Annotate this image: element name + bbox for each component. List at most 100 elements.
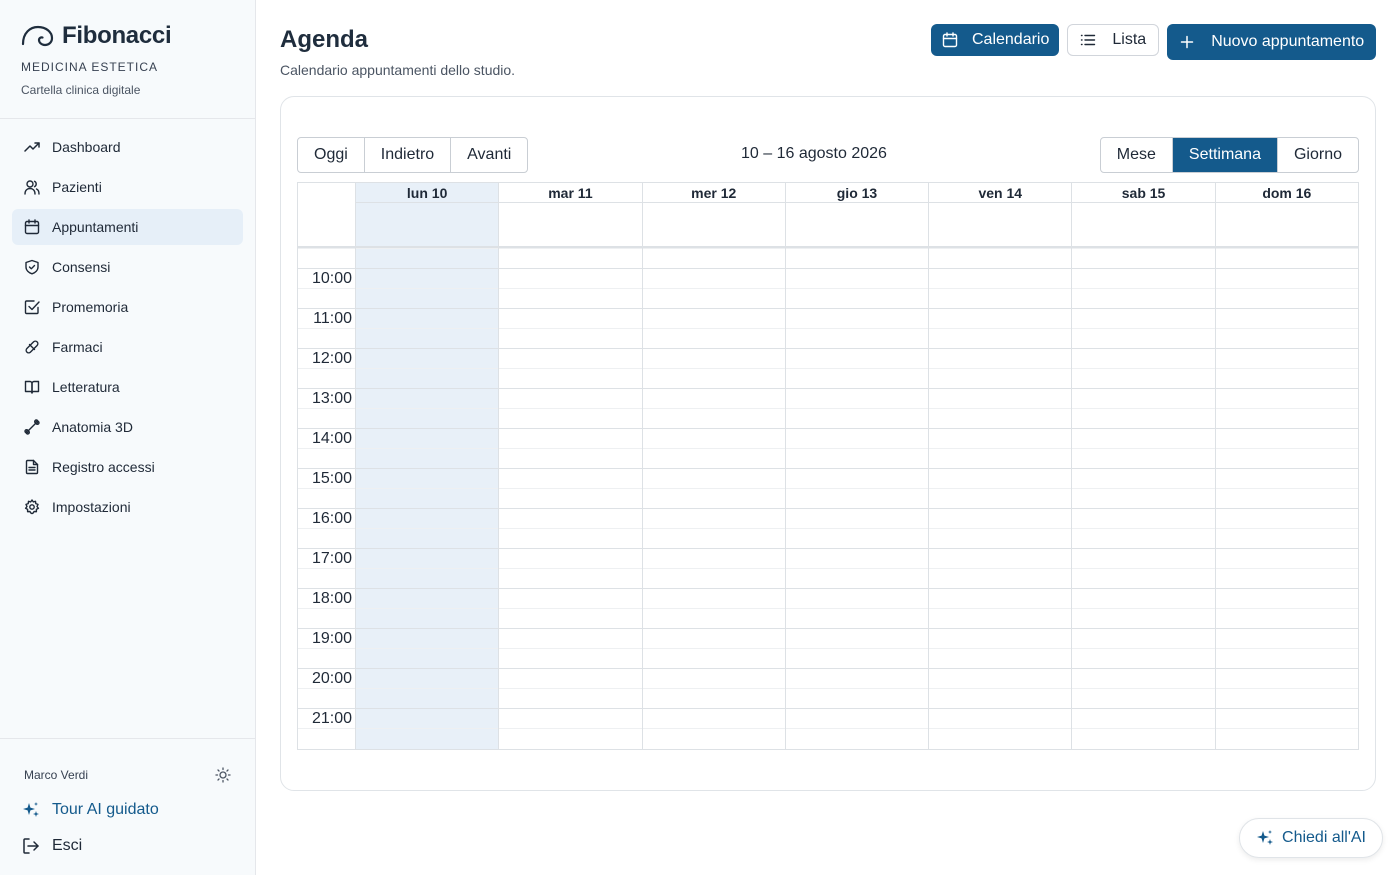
day-header[interactable]: gio 13 bbox=[785, 183, 930, 203]
half-hour-line bbox=[1215, 248, 1358, 249]
day-header[interactable]: ven 14 bbox=[929, 183, 1073, 203]
hour-line bbox=[298, 708, 355, 709]
list-view-label: Lista bbox=[1112, 31, 1147, 48]
date-range-title: 10 – 16 agosto 2026 bbox=[741, 145, 887, 162]
ask-ai-button[interactable]: Chiedi all'AI bbox=[1239, 818, 1383, 858]
navigation-buttons: Oggi Indietro Avanti bbox=[297, 137, 529, 173]
half-hour-line bbox=[785, 568, 929, 569]
day-column[interactable] bbox=[785, 248, 930, 749]
sidebar-item-dashboard[interactable]: Dashboard bbox=[12, 129, 243, 165]
half-hour-line bbox=[1072, 688, 1215, 689]
day-header[interactable]: mer 12 bbox=[642, 183, 786, 203]
new-appointment-button[interactable]: Nuovo appuntamento bbox=[1167, 24, 1377, 60]
next-button[interactable]: Avanti bbox=[451, 138, 527, 172]
all-day-cell[interactable] bbox=[643, 203, 786, 246]
brand-logo[interactable]: Fibonacci bbox=[20, 22, 235, 50]
calendar-view-button[interactable]: Calendario bbox=[931, 24, 1060, 56]
all-day-cell[interactable] bbox=[499, 203, 643, 246]
day-view-button[interactable]: Giorno bbox=[1278, 138, 1358, 172]
hour-line bbox=[785, 668, 929, 669]
half-hour-line bbox=[642, 608, 785, 609]
sidebar-item-label: Farmaci bbox=[52, 339, 103, 355]
day-column[interactable] bbox=[1072, 248, 1216, 749]
hour-line bbox=[642, 308, 785, 309]
sidebar-item-anatomia-3d[interactable]: Anatomia 3D bbox=[12, 409, 243, 445]
half-hour-line bbox=[929, 248, 1072, 249]
sidebar-item-impostazioni[interactable]: Impostazioni bbox=[12, 489, 243, 525]
back-button[interactable]: Indietro bbox=[365, 138, 452, 172]
all-day-cell[interactable] bbox=[1072, 203, 1216, 246]
half-hour-line bbox=[785, 368, 929, 369]
half-hour-line bbox=[642, 248, 785, 249]
hour-line bbox=[1072, 388, 1215, 389]
day-column[interactable] bbox=[1215, 248, 1358, 749]
bone-icon bbox=[24, 419, 40, 435]
hour-line bbox=[298, 348, 355, 349]
brand-tagline: Cartella clinica digitale bbox=[21, 83, 141, 97]
hour-line bbox=[642, 708, 785, 709]
all-day-cell[interactable] bbox=[786, 203, 930, 246]
month-view-button[interactable]: Mese bbox=[1101, 138, 1173, 172]
logout-link[interactable]: Esci bbox=[23, 837, 231, 855]
sidebar-item-label: Dashboard bbox=[52, 139, 121, 155]
new-appointment-label: Nuovo appuntamento bbox=[1211, 33, 1365, 50]
sidebar-item-promemoria[interactable]: Promemoria bbox=[12, 289, 243, 325]
list-view-button[interactable]: Lista bbox=[1067, 24, 1160, 56]
sidebar-item-label: Anatomia 3D bbox=[52, 419, 133, 435]
today-button[interactable]: Oggi bbox=[298, 138, 365, 172]
sun-icon[interactable] bbox=[215, 767, 231, 783]
half-hour-line bbox=[298, 648, 355, 649]
sidebar-item-letteratura[interactable]: Letteratura bbox=[12, 369, 243, 405]
calendar-icon bbox=[24, 219, 40, 235]
sidebar-item-pazienti[interactable]: Pazienti bbox=[12, 169, 243, 205]
half-hour-line bbox=[1072, 368, 1215, 369]
day-column[interactable] bbox=[642, 248, 786, 749]
sidebar: Fibonacci MEDICINA ESTETICA Cartella cli… bbox=[0, 0, 256, 875]
half-hour-line bbox=[785, 288, 929, 289]
sparkles-icon bbox=[1257, 830, 1274, 845]
sidebar-item-appuntamenti[interactable]: Appuntamenti bbox=[12, 209, 243, 245]
all-day-cell[interactable] bbox=[929, 203, 1073, 246]
day-header[interactable]: mar 11 bbox=[499, 183, 643, 203]
hour-line bbox=[499, 668, 642, 669]
sidebar-item-farmaci[interactable]: Farmaci bbox=[12, 329, 243, 365]
all-day-cell[interactable] bbox=[356, 203, 500, 246]
half-hour-line bbox=[1072, 408, 1215, 409]
sidebar-item-label: Appuntamenti bbox=[52, 219, 139, 235]
day-header[interactable]: lun 10 bbox=[356, 183, 500, 203]
hour-line bbox=[1072, 708, 1215, 709]
brand: Fibonacci MEDICINA ESTETICA Cartella cli… bbox=[0, 0, 255, 119]
sidebar-nav: Dashboard Pazienti Appuntamenti Consensi… bbox=[0, 119, 255, 539]
day-column[interactable] bbox=[499, 248, 643, 749]
hour-line bbox=[499, 428, 642, 429]
sidebar-item-registro-accessi[interactable]: Registro accessi bbox=[12, 449, 243, 485]
day-headers: lun 10 mar 11 mer 12 gio 13 ven 14 sab 1… bbox=[298, 183, 1358, 203]
half-hour-line bbox=[785, 408, 929, 409]
all-day-cell[interactable] bbox=[1216, 203, 1358, 246]
sidebar-item-consensi[interactable]: Consensi bbox=[12, 249, 243, 285]
day-column[interactable] bbox=[929, 248, 1073, 749]
half-hour-line bbox=[356, 728, 499, 729]
tour-ai-link[interactable]: Tour AI guidato bbox=[23, 801, 231, 819]
week-view-button[interactable]: Settimana bbox=[1172, 138, 1278, 172]
hour-line bbox=[929, 428, 1072, 429]
hour-line bbox=[298, 468, 355, 469]
sidebar-item-label: Impostazioni bbox=[52, 499, 131, 515]
half-hour-line bbox=[1072, 248, 1215, 249]
hour-line bbox=[1215, 628, 1358, 629]
half-hour-line bbox=[356, 608, 499, 609]
half-hour-line bbox=[642, 488, 785, 489]
hour-line bbox=[1072, 428, 1215, 429]
hour-line bbox=[1215, 548, 1358, 549]
day-header[interactable]: sab 15 bbox=[1072, 183, 1216, 203]
half-hour-line bbox=[356, 488, 499, 489]
day-column[interactable] bbox=[356, 248, 500, 749]
hour-line bbox=[1215, 668, 1358, 669]
half-hour-line bbox=[1215, 688, 1358, 689]
half-hour-line bbox=[929, 328, 1072, 329]
day-header[interactable]: dom 16 bbox=[1215, 183, 1358, 203]
sidebar-item-label: Registro accessi bbox=[52, 459, 155, 475]
hour-line bbox=[929, 708, 1072, 709]
half-hour-line bbox=[929, 288, 1072, 289]
half-hour-line bbox=[298, 288, 355, 289]
